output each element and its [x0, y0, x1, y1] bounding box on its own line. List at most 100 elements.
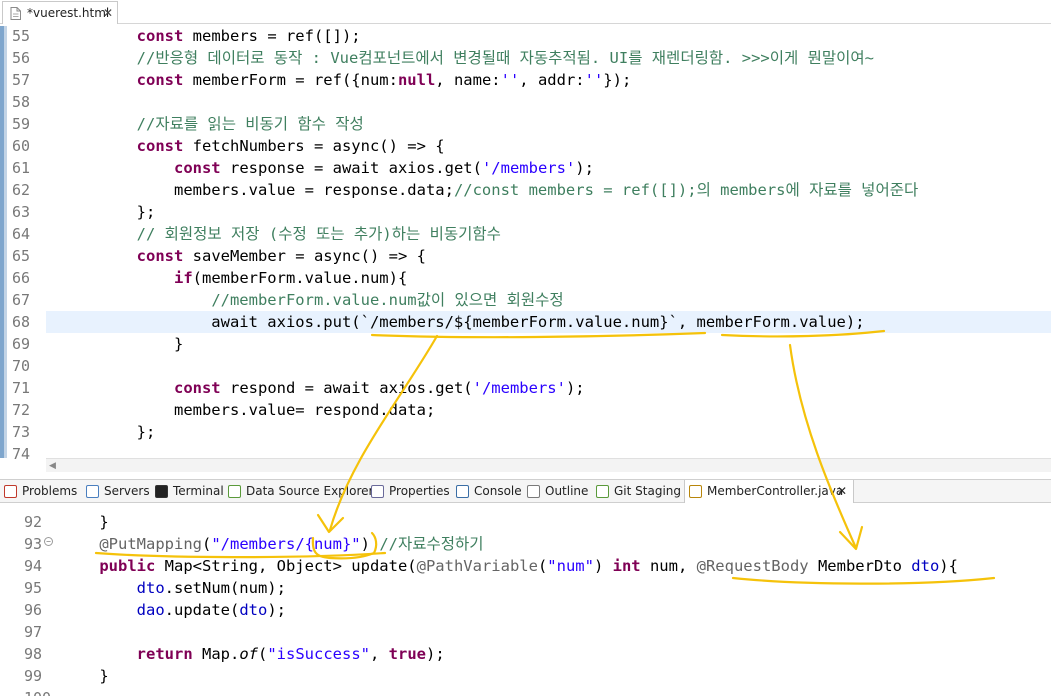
view-tab-properties[interactable]: Properties: [371, 480, 451, 503]
code-token: "num": [547, 557, 594, 575]
code-token: dto: [239, 601, 268, 619]
line-number: 66: [12, 269, 31, 287]
code-token: num,: [640, 557, 697, 575]
code-text: const memberForm = ref({num:null, name:'…: [62, 69, 632, 91]
code-line[interactable]: 97: [0, 621, 1051, 643]
code-line[interactable]: 93 @PutMapping("/members/{num}") //자료수정하…: [0, 533, 1051, 555]
view-tab-servers[interactable]: Servers: [86, 480, 150, 503]
line-number: 55: [12, 27, 31, 45]
code-token: '/members': [481, 159, 576, 177]
code-text: //자료를 읽는 비동기 함수 작성: [62, 113, 364, 135]
code-text: }: [62, 333, 183, 355]
view-tab-label: Properties: [389, 484, 450, 498]
html-file-icon: [10, 7, 21, 20]
code-text: };: [62, 421, 156, 443]
view-tab-console[interactable]: Console: [456, 480, 522, 503]
code-line[interactable]: 63 };: [0, 201, 1051, 223]
code-token: null: [397, 71, 436, 89]
code-token: if: [173, 269, 193, 287]
view-tab-outline[interactable]: Outline: [527, 480, 589, 503]
close-icon[interactable]: ✕: [103, 6, 113, 20]
code-line[interactable]: 57 const memberForm = ref({num:null, nam…: [0, 69, 1051, 91]
code-token: of: [239, 645, 258, 663]
code-text: const saveMember = async() => {: [62, 245, 426, 267]
code-token: respond = await axios.get(: [220, 379, 473, 397]
code-token: const: [173, 379, 221, 397]
code-line[interactable]: 99 }: [0, 665, 1051, 687]
properties-icon: [371, 485, 384, 498]
code-line[interactable]: 66 if(memberForm.value.num){: [0, 267, 1051, 289]
code-line[interactable]: 95 dto.setNum(num);: [0, 577, 1051, 599]
code-token: "/members/{num}": [211, 535, 361, 553]
code-line[interactable]: 59 //자료를 읽는 비동기 함수 작성: [0, 113, 1051, 135]
code-line[interactable]: 73 };: [0, 421, 1051, 443]
code-line[interactable]: 98 return Map.of("isSuccess", true);: [0, 643, 1051, 665]
code-token: //자료수정하기: [379, 535, 484, 553]
code-text: }: [62, 665, 108, 687]
view-tab-membercontroller-java[interactable]: MemberController.java ✕: [684, 480, 854, 503]
code-line[interactable]: 94 public Map<String, Object> update(@Pa…: [0, 555, 1051, 577]
line-number: 99: [24, 667, 43, 685]
view-tab-label: Outline: [545, 484, 589, 498]
line-number: 67: [12, 291, 31, 309]
code-line[interactable]: 96 dao.update(dto);: [0, 599, 1051, 621]
code-line[interactable]: 62 members.value = response.data;//const…: [0, 179, 1051, 201]
code-token: ): [360, 535, 380, 553]
editor-tab-vuerest[interactable]: *vuerest.html ✕: [2, 1, 118, 24]
code-line[interactable]: 55 const members = ref([]);: [0, 25, 1051, 47]
code-line[interactable]: 58: [0, 91, 1051, 113]
code-line[interactable]: 67 //memberForm.value.num값이 있으면 회원수정: [0, 289, 1051, 311]
code-token: await axios.put(`/members/${memberForm.v…: [62, 313, 865, 331]
code-line[interactable]: 68 await axios.put(`/members/${memberFor…: [0, 311, 1051, 333]
git-staging-icon: [596, 485, 609, 498]
code-token: const: [173, 159, 221, 177]
scroll-left-icon[interactable]: ◀: [49, 461, 56, 471]
code-token: members.value = response.data;: [62, 181, 454, 199]
code-line[interactable]: 92 }: [0, 511, 1051, 533]
code-token: }: [62, 513, 109, 531]
code-line[interactable]: 100: [0, 687, 1051, 696]
code-text: const respond = await axios.get('/member…: [62, 377, 585, 399]
code-text: @PutMapping("/members/{num}") //자료수정하기: [62, 533, 484, 555]
code-line[interactable]: 72 members.value= respond.data;: [0, 399, 1051, 421]
code-line[interactable]: 60 const fetchNumbers = async() => {: [0, 135, 1051, 157]
editor-tab-label: *vuerest.html: [27, 6, 110, 20]
code-text: return Map.of("isSuccess", true);: [62, 643, 445, 665]
code-line[interactable]: 71 const respond = await axios.get('/mem…: [0, 377, 1051, 399]
view-tab-problems[interactable]: Problems: [4, 480, 78, 503]
code-line[interactable]: 65 const saveMember = async() => {: [0, 245, 1051, 267]
code-token: , name:: [435, 71, 501, 89]
close-icon[interactable]: ✕: [837, 484, 847, 498]
editor-horizontal-scrollbar[interactable]: ◀: [46, 458, 1051, 472]
code-text: members.value= respond.data;: [62, 399, 435, 421]
code-token: fetchNumbers = async() => {: [183, 137, 445, 155]
view-tab-git-staging[interactable]: Git Staging: [596, 480, 681, 503]
code-line[interactable]: 70: [0, 355, 1051, 377]
code-token: MemberDto: [808, 557, 912, 575]
code-token: });: [603, 71, 632, 89]
code-line[interactable]: 56 //반응형 데이터로 동작 : Vue컴포넌트에서 변경될때 자동추적됨.…: [0, 47, 1051, 69]
code-line[interactable]: 64 // 회원정보 저장 (수정 또는 추가)하는 비동기함수: [0, 223, 1051, 245]
code-token: const: [136, 71, 184, 89]
code-text: dto.setNum(num);: [62, 577, 286, 599]
code-token: const: [136, 137, 184, 155]
code-line[interactable]: 69 }: [0, 333, 1051, 355]
code-line[interactable]: 61 const response = await axios.get('/me…: [0, 157, 1051, 179]
code-token: );: [426, 645, 445, 663]
code-text: members.value = response.data;//const me…: [62, 179, 918, 201]
code-token: };: [62, 423, 156, 441]
line-number: 71: [12, 379, 31, 397]
code-token: (: [201, 535, 212, 553]
fold-collapse-icon[interactable]: −: [44, 537, 53, 546]
code-token: "isSuccess": [267, 645, 370, 663]
editor-tabbar: *vuerest.html ✕: [0, 0, 1051, 24]
view-tab-terminal[interactable]: Terminal: [155, 480, 225, 503]
view-tab-data-source-explorer[interactable]: Data Source Explorer: [228, 480, 373, 503]
